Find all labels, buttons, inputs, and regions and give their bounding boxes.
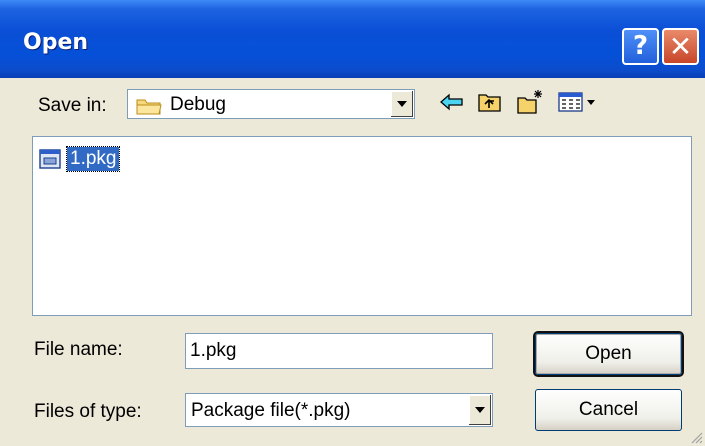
help-button[interactable]: ? (622, 28, 659, 65)
chevron-down-icon[interactable] (468, 395, 491, 425)
title-bar[interactable]: Open ? ✕ (0, 0, 705, 78)
save-in-label: Save in: (38, 95, 107, 116)
view-menu-icon[interactable] (556, 88, 602, 116)
dialog-title: Open (23, 30, 89, 55)
close-button[interactable]: ✕ (662, 28, 699, 65)
help-icon: ? (632, 31, 649, 61)
file-list[interactable]: 1.pkg (32, 136, 692, 316)
open-dialog: Open ? ✕ Save in: Debug 1.pkg File name:… (0, 0, 705, 446)
location-value: Debug (170, 94, 226, 115)
resize-grip-icon[interactable] (689, 430, 703, 444)
package-file-icon (39, 149, 61, 169)
file-type-dropdown[interactable]: Package file(*.pkg) (185, 393, 493, 427)
file-name-input[interactable]: 1.pkg (185, 333, 493, 369)
file-type-value: Package file(*.pkg) (191, 400, 351, 421)
new-folder-icon[interactable] (516, 88, 544, 116)
file-name-label: 1.pkg (65, 146, 121, 172)
save-in-dropdown[interactable]: Debug (127, 89, 415, 119)
file-name-label-text: File name: (34, 339, 123, 360)
open-button[interactable]: Open (533, 331, 684, 377)
folder-icon (136, 99, 162, 115)
close-icon: ✕ (668, 30, 693, 63)
cancel-button[interactable]: Cancel (535, 389, 682, 431)
up-folder-icon[interactable] (476, 88, 504, 116)
chevron-down-icon[interactable] (390, 91, 413, 117)
file-type-label: Files of type: (34, 401, 142, 422)
back-arrow-icon[interactable] (438, 88, 466, 116)
